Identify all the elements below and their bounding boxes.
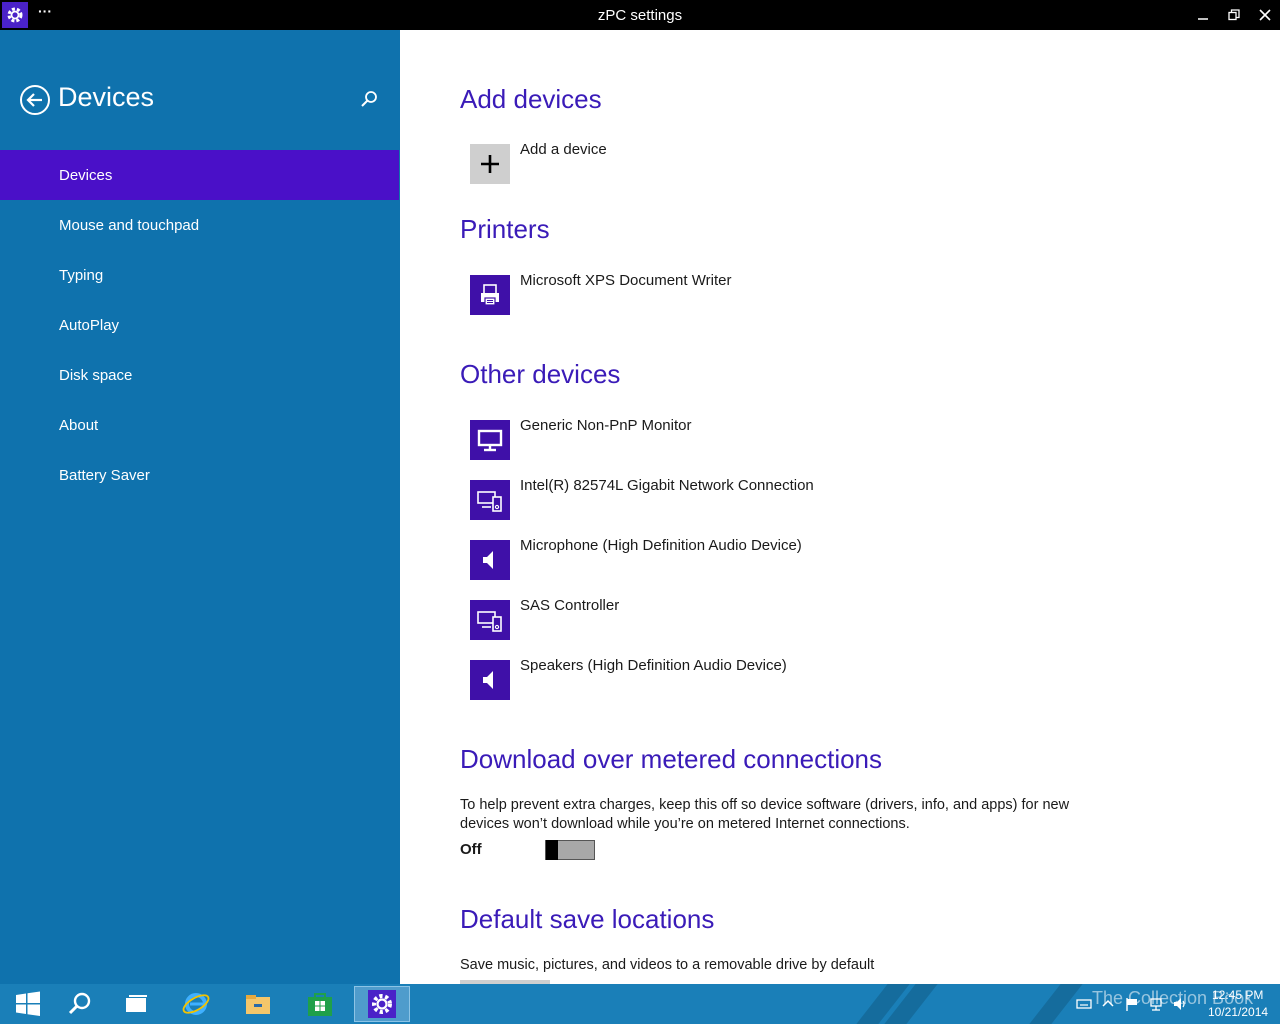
minimize-button[interactable] bbox=[1191, 5, 1215, 25]
windows-logo-icon bbox=[16, 991, 40, 1016]
clock-date[interactable]: 10/21/2014 bbox=[1208, 1005, 1268, 1019]
save-locations-description: Save music, pictures, and videos to a re… bbox=[460, 957, 875, 973]
window-title: zPC settings bbox=[597, 7, 683, 24]
search-button[interactable] bbox=[360, 90, 380, 110]
device-label: Intel(R) 82574L Gigabit Network Connecti… bbox=[520, 477, 814, 494]
sidebar-nav: Devices Mouse and touchpad Typing AutoPl… bbox=[0, 150, 400, 500]
sidebar-item-autoplay[interactable]: AutoPlay bbox=[0, 300, 399, 350]
settings-taskbar-button[interactable] bbox=[354, 986, 410, 1022]
network-icon[interactable] bbox=[1148, 996, 1164, 1012]
section-title-printers: Printers bbox=[460, 214, 550, 244]
add-device-button[interactable]: Add a device bbox=[470, 141, 1170, 184]
back-button[interactable] bbox=[19, 84, 51, 116]
device-item[interactable]: SAS Controller bbox=[470, 597, 1170, 640]
speaker-icon bbox=[470, 660, 510, 700]
metered-toggle-label: Off bbox=[460, 841, 482, 858]
device-label: SAS Controller bbox=[520, 597, 620, 614]
sidebar-item-label: Devices bbox=[59, 166, 113, 184]
restore-icon bbox=[1228, 9, 1240, 21]
monitor-icon bbox=[470, 420, 510, 460]
sidebar-item-devices[interactable]: Devices bbox=[0, 150, 399, 200]
sidebar-item-about[interactable]: About bbox=[0, 400, 399, 450]
search-icon bbox=[68, 992, 91, 1015]
chevron-up-icon[interactable] bbox=[1100, 996, 1116, 1012]
title-bar: ··· zPC settings bbox=[0, 0, 1280, 30]
toggle-knob bbox=[546, 840, 558, 860]
section-title-other-devices: Other devices bbox=[460, 359, 621, 389]
main-content: Add devices Add a device Printers Micros… bbox=[400, 30, 1280, 984]
restore-button[interactable] bbox=[1222, 5, 1246, 25]
close-button[interactable] bbox=[1253, 5, 1277, 25]
system-tray bbox=[1076, 994, 1196, 1014]
taskbar: The Collection Book 12:45 PM 10/21/2014 bbox=[0, 984, 1280, 1024]
store-button[interactable] bbox=[292, 986, 348, 1022]
section-title-save-locations: Default save locations bbox=[460, 904, 715, 934]
device-item[interactable]: Generic Non-PnP Monitor bbox=[470, 417, 1170, 460]
sidebar-item-typing[interactable]: Typing bbox=[0, 250, 399, 300]
task-view-icon bbox=[126, 995, 147, 1012]
sidebar-item-label: Typing bbox=[59, 266, 104, 284]
close-icon bbox=[1259, 9, 1271, 21]
devices-icon bbox=[470, 480, 510, 520]
back-arrow-icon bbox=[20, 85, 50, 115]
sidebar-item-battery-saver[interactable]: Battery Saver bbox=[0, 450, 399, 500]
clock-time[interactable]: 12:45 PM bbox=[1212, 988, 1263, 1002]
taskbar-search-button[interactable] bbox=[52, 986, 108, 1022]
metered-description: To help prevent extra charges, keep this… bbox=[460, 797, 1070, 832]
sidebar-item-label: About bbox=[59, 416, 99, 434]
device-item[interactable]: Microphone (High Definition Audio Device… bbox=[470, 537, 1170, 580]
sidebar-item-label: Battery Saver bbox=[59, 466, 150, 484]
sidebar-item-label: Mouse and touchpad bbox=[59, 216, 200, 234]
add-icon bbox=[470, 144, 510, 184]
add-device-label: Add a device bbox=[520, 141, 607, 158]
sidebar: Devices Devices Mouse and touchpad Typin… bbox=[0, 30, 400, 984]
speaker-icon bbox=[470, 540, 510, 580]
search-icon bbox=[361, 91, 377, 107]
printer-icon bbox=[470, 275, 510, 315]
start-button[interactable] bbox=[0, 986, 56, 1022]
minimize-icon bbox=[1198, 18, 1208, 20]
sidebar-item-disk-space[interactable]: Disk space bbox=[0, 350, 399, 400]
settings-gear-icon bbox=[368, 990, 396, 1018]
metered-toggle[interactable] bbox=[545, 840, 595, 860]
store-icon bbox=[308, 993, 332, 1016]
flag-icon[interactable] bbox=[1124, 996, 1140, 1012]
section-title-add-devices: Add devices bbox=[460, 84, 602, 114]
internet-explorer-button[interactable] bbox=[168, 986, 224, 1022]
device-item[interactable]: Intel(R) 82574L Gigabit Network Connecti… bbox=[470, 477, 1170, 520]
section-title-metered: Download over metered connections bbox=[460, 744, 883, 774]
sidebar-title: Devices bbox=[58, 82, 155, 112]
internet-explorer-icon bbox=[182, 993, 210, 1015]
file-explorer-button[interactable] bbox=[230, 986, 286, 1022]
printer-item[interactable]: Microsoft XPS Document Writer bbox=[470, 272, 1170, 315]
device-item[interactable]: Speakers (High Definition Audio Device) bbox=[470, 657, 1170, 700]
device-label: Microsoft XPS Document Writer bbox=[520, 272, 732, 289]
sidebar-item-mouse-and-touchpad[interactable]: Mouse and touchpad bbox=[0, 200, 399, 250]
folder-icon bbox=[246, 995, 270, 1014]
keyboard-icon[interactable] bbox=[1076, 996, 1092, 1012]
device-label: Microphone (High Definition Audio Device… bbox=[520, 537, 802, 554]
sidebar-item-label: Disk space bbox=[59, 366, 133, 384]
device-label: Speakers (High Definition Audio Device) bbox=[520, 657, 787, 674]
volume-icon[interactable] bbox=[1172, 996, 1188, 1012]
task-view-button[interactable] bbox=[108, 986, 164, 1022]
devices-icon bbox=[470, 600, 510, 640]
sidebar-item-label: AutoPlay bbox=[59, 316, 120, 334]
device-label: Generic Non-PnP Monitor bbox=[520, 417, 692, 434]
